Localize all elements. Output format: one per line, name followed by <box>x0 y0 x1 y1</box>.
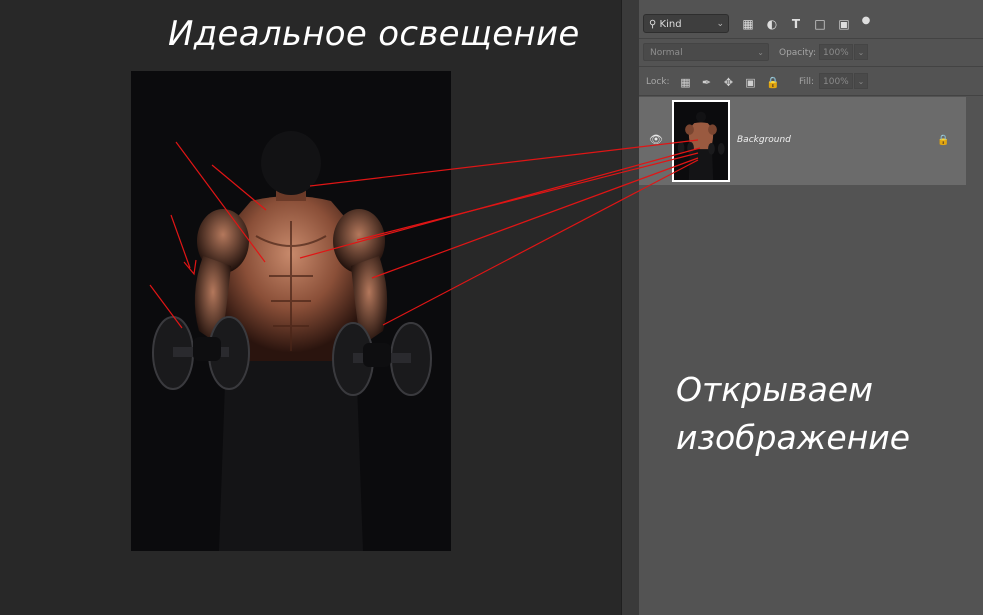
filter-row: ⚲ Kind ⌄ ▦ ◐ T □ ▣ ● <box>639 10 983 39</box>
lock-transparent-icon[interactable]: ▦ <box>679 76 692 89</box>
adjustment-filter-icon[interactable]: ◐ <box>765 17 779 31</box>
lock-row: Lock: ▦ ✒ ✥ ▣ 🔒 Fill: 100% ⌄ <box>639 67 983 96</box>
search-icon: ⚲ <box>649 19 657 30</box>
lock-label: Lock: <box>646 77 670 87</box>
layer-name[interactable]: Background <box>737 135 791 145</box>
lock-position-icon[interactable]: ✥ <box>722 76 735 89</box>
layer-thumbnail <box>672 100 730 182</box>
smart-object-filter-icon[interactable]: ▣ <box>837 17 851 31</box>
opacity-input[interactable]: 100% <box>819 44 853 60</box>
lock-artboard-icon[interactable]: ▣ <box>744 76 757 89</box>
fill-input[interactable]: 100% <box>819 73 853 89</box>
canvas-workspace[interactable]: Идеальное освещение <box>0 0 621 615</box>
blend-mode-value: Normal <box>650 48 683 58</box>
fill-label: Fill: <box>799 77 815 87</box>
opacity-label: Opacity: <box>779 48 816 58</box>
lock-all-icon[interactable]: 🔒 <box>766 76 780 89</box>
shape-filter-icon[interactable]: □ <box>813 17 827 31</box>
annotation-title: Идеальное освещение <box>168 14 580 54</box>
type-filter-icon[interactable]: T <box>789 17 803 31</box>
opacity-chevron-icon[interactable]: ⌄ <box>854 44 868 60</box>
lock-image-icon[interactable]: ✒ <box>700 76 713 89</box>
caption-line-1: Открываем <box>676 370 874 409</box>
annotation-caption: Открываем изображение <box>676 366 910 462</box>
kind-label: Kind <box>659 19 682 30</box>
caption-line-2: изображение <box>676 418 911 457</box>
bodybuilder-photo <box>152 131 432 551</box>
layer-row-background[interactable]: 👁 Background 🔒 <box>639 97 966 185</box>
kind-filter-dropdown[interactable]: ⚲ Kind ⌄ <box>643 14 729 33</box>
fill-chevron-icon[interactable]: ⌄ <box>854 73 868 89</box>
blend-row: Normal ⌄ Opacity: 100% ⌄ <box>639 39 983 67</box>
filter-toggle-icon[interactable]: ● <box>859 14 873 28</box>
layers-panel: ⚲ Kind ⌄ ▦ ◐ T □ ▣ ● Normal ⌄ Opacity: 1… <box>639 0 983 615</box>
thumbnail-image <box>677 111 725 180</box>
blend-mode-dropdown[interactable]: Normal ⌄ <box>643 43 769 61</box>
eye-icon[interactable]: 👁 <box>649 133 663 147</box>
document-image[interactable] <box>131 71 451 551</box>
chevron-down-icon: ⌄ <box>716 19 724 29</box>
lock-icon: 🔒 <box>937 135 950 146</box>
chevron-down-icon: ⌄ <box>757 48 764 57</box>
workspace-scrollbar[interactable] <box>621 0 640 615</box>
image-filter-icon[interactable]: ▦ <box>741 17 755 31</box>
